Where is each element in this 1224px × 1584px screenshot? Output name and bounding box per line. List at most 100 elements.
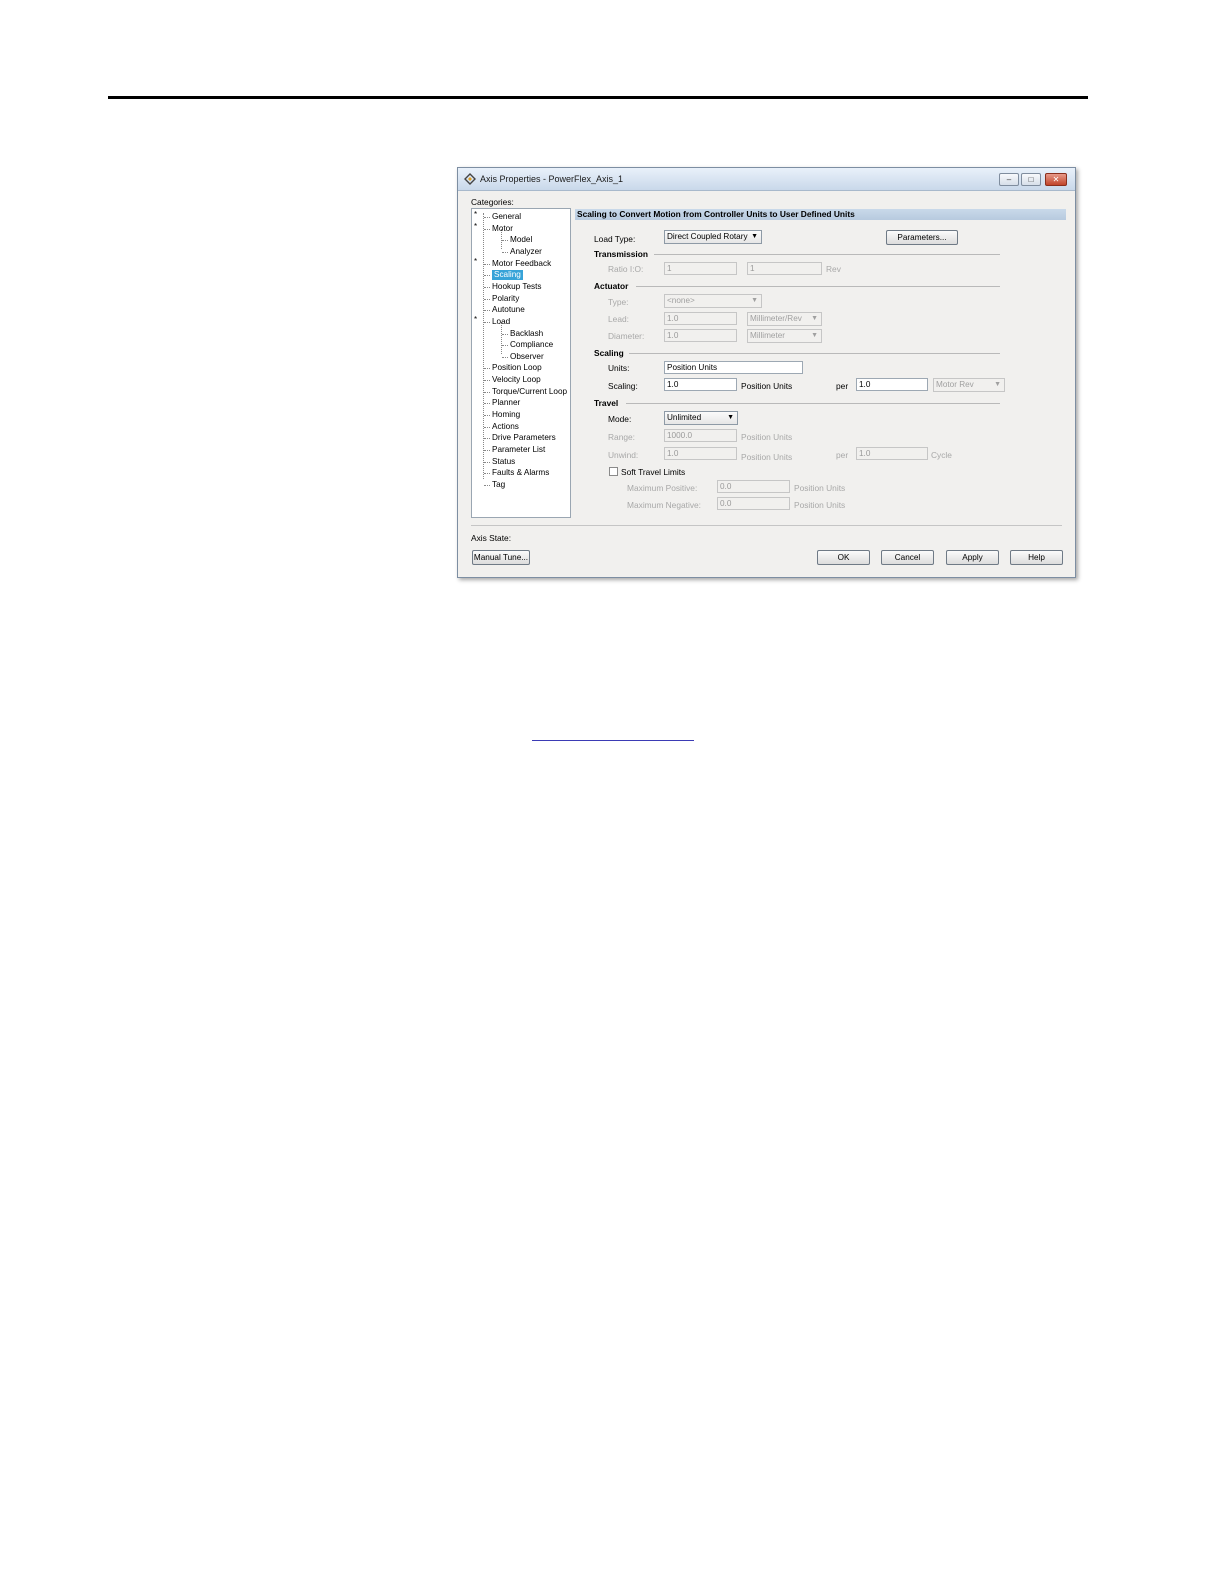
categories-tree[interactable]: * General * Motor Model Analyzer * Motor Feedba… bbox=[471, 208, 571, 518]
per-label: per bbox=[836, 381, 849, 391]
page-top-rule bbox=[108, 96, 1088, 99]
tree-item-scaling[interactable]: Scaling bbox=[492, 270, 523, 281]
tree-item-drive-parameters[interactable]: Drive Parameters bbox=[492, 433, 556, 443]
minimize-button[interactable]: – bbox=[999, 173, 1019, 186]
tree-connector bbox=[484, 415, 490, 417]
per-unit-select[interactable]: Motor Rev ▼ bbox=[933, 378, 1005, 392]
tree-item-faults-alarms[interactable]: Faults & Alarms bbox=[492, 468, 549, 478]
tree-item-motor-feedback[interactable]: Motor Feedback bbox=[492, 259, 551, 269]
tree-item-model[interactable]: Model bbox=[510, 235, 532, 245]
unwind-per-label: per bbox=[836, 450, 849, 460]
scaling-field[interactable]: 1.0 bbox=[664, 378, 737, 391]
axis-app-icon bbox=[464, 173, 476, 185]
ratio-input-field[interactable]: 1 bbox=[664, 262, 737, 275]
tree-item-parameter-list[interactable]: Parameter List bbox=[492, 445, 545, 455]
mode-value: Unlimited bbox=[667, 413, 702, 422]
hyperlink-underline[interactable] bbox=[532, 740, 694, 741]
tree-item-actions[interactable]: Actions bbox=[492, 422, 519, 432]
tree-item-position-loop[interactable]: Position Loop bbox=[492, 363, 542, 373]
scaling-label: Scaling: bbox=[608, 381, 638, 391]
section-title: Scaling to Convert Motion from Controlle… bbox=[575, 209, 1066, 220]
load-type-select[interactable]: Direct Coupled Rotary ▼ bbox=[664, 230, 762, 244]
axis-properties-dialog: Axis Properties - PowerFlex_Axis_1 – □ ✕… bbox=[457, 167, 1076, 578]
ok-button[interactable]: OK bbox=[817, 550, 870, 565]
tree-item-autotune[interactable]: Autotune bbox=[492, 305, 525, 315]
tree-item-load[interactable]: Load bbox=[492, 317, 510, 327]
apply-button[interactable]: Apply bbox=[946, 550, 999, 565]
range-unit: Position Units bbox=[741, 432, 793, 442]
diameter-unit-select[interactable]: Millimeter ▼ bbox=[747, 329, 822, 343]
actuator-type-value: <none> bbox=[667, 296, 695, 305]
mode-select[interactable]: Unlimited ▼ bbox=[664, 411, 738, 425]
tree-connector bbox=[484, 484, 490, 486]
ratio-unit: Rev bbox=[826, 264, 841, 274]
diameter-field[interactable]: 1.0 bbox=[664, 329, 737, 342]
help-button[interactable]: Help bbox=[1010, 550, 1063, 565]
per-field[interactable]: 1.0 bbox=[856, 378, 928, 391]
transmission-title: Transmission bbox=[594, 249, 648, 259]
actuator-title: Actuator bbox=[594, 281, 629, 291]
diameter-label: Diameter: bbox=[608, 331, 645, 341]
tree-item-polarity[interactable]: Polarity bbox=[492, 294, 519, 304]
transmission-divider bbox=[654, 254, 1000, 255]
scaling-title: Scaling bbox=[594, 348, 624, 358]
actuator-divider bbox=[636, 286, 1000, 287]
lead-field[interactable]: 1.0 bbox=[664, 312, 737, 325]
tree-connector bbox=[484, 391, 490, 393]
units-field[interactable]: Position Units bbox=[664, 361, 803, 374]
tree-item-homing[interactable]: Homing bbox=[492, 410, 520, 420]
max-negative-field[interactable]: 0.0 bbox=[717, 497, 790, 510]
actuator-type-select[interactable]: <none> ▼ bbox=[664, 294, 762, 308]
tree-item-status[interactable]: Status bbox=[492, 457, 515, 467]
tree-connector bbox=[484, 368, 490, 370]
tree-star-marker: * bbox=[474, 256, 478, 266]
tree-star-marker: * bbox=[474, 221, 478, 231]
tree-item-general[interactable]: General bbox=[492, 212, 521, 222]
tree-item-motor[interactable]: Motor bbox=[492, 224, 513, 234]
travel-divider bbox=[626, 403, 1000, 404]
tree-connector bbox=[484, 321, 490, 323]
tree-connector bbox=[484, 450, 490, 451]
chevron-down-icon: ▼ bbox=[994, 381, 1001, 388]
units-label: Units: bbox=[608, 363, 630, 373]
tree-item-backlash[interactable]: Backlash bbox=[510, 329, 543, 339]
tree-connector bbox=[484, 275, 490, 277]
actuator-type-label: Type: bbox=[608, 297, 629, 307]
chevron-down-icon: ▼ bbox=[751, 297, 758, 304]
max-positive-field[interactable]: 0.0 bbox=[717, 480, 790, 493]
close-button[interactable]: ✕ bbox=[1045, 173, 1067, 186]
tree-item-torque-current-loop[interactable]: Torque/Current Loop bbox=[492, 387, 567, 397]
tree-item-observer[interactable]: Observer bbox=[510, 352, 544, 362]
tree-item-planner[interactable]: Planner bbox=[492, 398, 520, 408]
tree-connector bbox=[484, 228, 490, 230]
max-positive-unit: Position Units bbox=[794, 483, 846, 493]
parameters-button[interactable]: Parameters... bbox=[886, 230, 958, 245]
title-bar[interactable]: Axis Properties - PowerFlex_Axis_1 – □ ✕ bbox=[458, 168, 1075, 191]
cancel-button[interactable]: Cancel bbox=[881, 550, 934, 565]
max-negative-label: Maximum Negative: bbox=[627, 500, 702, 510]
tree-item-velocity-loop[interactable]: Velocity Loop bbox=[492, 375, 541, 385]
tree-connector bbox=[484, 380, 490, 382]
load-type-label: Load Type: bbox=[594, 234, 636, 244]
tree-connector bbox=[484, 426, 490, 428]
manual-tune-button[interactable]: Manual Tune... bbox=[472, 550, 530, 565]
tree-item-compliance[interactable]: Compliance bbox=[510, 340, 553, 350]
unwind-field[interactable]: 1.0 bbox=[664, 447, 737, 460]
tree-connector bbox=[502, 356, 508, 358]
chevron-down-icon: ▼ bbox=[727, 414, 734, 421]
axis-state-label: Axis State: bbox=[471, 533, 512, 543]
tree-item-analyzer[interactable]: Analyzer bbox=[510, 247, 542, 257]
soft-travel-limits-checkbox[interactable] bbox=[609, 467, 618, 476]
tree-connector bbox=[484, 310, 490, 312]
maximize-button[interactable]: □ bbox=[1021, 173, 1041, 186]
lead-unit-select[interactable]: Millimeter/Rev ▼ bbox=[747, 312, 822, 326]
cycle-field[interactable]: 1.0 bbox=[856, 447, 928, 460]
tree-item-hookup-tests[interactable]: Hookup Tests bbox=[492, 282, 541, 292]
scaling-divider bbox=[629, 353, 1000, 354]
tree-item-tag[interactable]: Tag bbox=[492, 480, 505, 490]
ratio-label: Ratio I:O: bbox=[608, 264, 644, 274]
per-unit-value: Motor Rev bbox=[936, 380, 974, 389]
range-field[interactable]: 1000.0 bbox=[664, 429, 737, 442]
ratio-output-field[interactable]: 1 bbox=[747, 262, 822, 275]
range-label: Range: bbox=[608, 432, 636, 442]
